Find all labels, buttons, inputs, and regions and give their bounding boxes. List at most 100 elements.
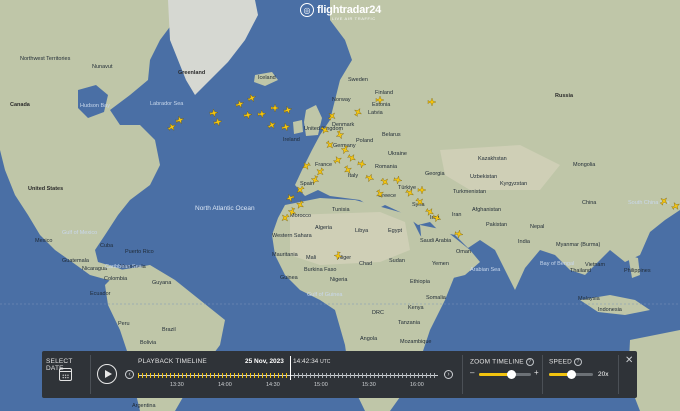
timeline-remaining: [289, 373, 438, 378]
timeline-tick: 14:30: [266, 382, 280, 388]
label-algeria: Algeria: [315, 225, 333, 231]
label-hudson-bay: Hudson Bay: [80, 103, 110, 109]
timeline-tick: 15:30: [362, 382, 376, 388]
playback-timezone: UTC: [320, 359, 331, 365]
label-finland: Finland: [375, 90, 393, 96]
label-pakistan: Pakistan: [486, 222, 507, 228]
zoom-minus-button[interactable]: –: [470, 368, 474, 377]
label-sweden: Sweden: [348, 77, 368, 83]
timeline-tick: 13:30: [170, 382, 184, 388]
label-cuba: Cuba: [100, 243, 114, 249]
label-india: India: [518, 239, 531, 245]
label-kazakhstan: Kazakhstan: [478, 156, 507, 162]
label-brazil: Brazil: [162, 327, 176, 333]
label-burkina-faso: Burkina Faso: [304, 267, 336, 273]
label-nepal: Nepal: [530, 224, 544, 230]
divider: [542, 355, 543, 394]
label-norway: Norway: [332, 97, 351, 103]
label-canada: Canada: [10, 102, 31, 108]
label-mozambique: Mozambique: [400, 339, 432, 345]
playback-timeline-label: PLAYBACK TIMELINE: [138, 358, 207, 365]
divider: [90, 355, 91, 394]
label-gulf-of-guinea: Gulf of Guinea: [307, 292, 343, 298]
label-myanmar: Myanmar (Burma): [556, 242, 600, 248]
label-mongolia: Mongolia: [573, 162, 596, 168]
divider: [618, 355, 619, 394]
zoom-help-icon[interactable]: ?: [525, 358, 534, 366]
timeline-tick: 14:00: [218, 382, 232, 388]
label-guinea: Guinea: [280, 275, 299, 281]
label-china: China: [582, 200, 597, 206]
label-guatemala: Guatemala: [62, 258, 90, 264]
label-somalia: Somalia: [426, 295, 447, 301]
label-vietnam: Vietnam: [585, 262, 605, 268]
playback-time-readout: 14:42:34 UTC: [293, 358, 330, 365]
label-turkmenistan: Turkmenistan: [453, 189, 486, 195]
zoom-plus-button[interactable]: +: [534, 368, 539, 377]
playback-panel: SELECT DATE PLAYBACK TIMELINE 25 Nov, 20…: [42, 351, 637, 398]
label-romania: Romania: [375, 164, 398, 170]
label-north-atlantic: North Atlantic Ocean: [195, 205, 255, 212]
label-gulf-of-mexico: Gulf of Mexico: [62, 230, 97, 236]
label-kyrgyzstan: Kyrgyzstan: [500, 181, 527, 187]
label-western-sahara: Western Sahara: [272, 233, 313, 239]
world-map[interactable]: Greenland Iceland Canada Sweden Finland …: [0, 0, 680, 411]
timeline-next-button[interactable]: ›: [444, 370, 453, 379]
label-caribbean-sea: Caribbean Sea: [105, 264, 143, 270]
label-united-states: United States: [28, 186, 63, 192]
label-mexico: Mexico: [35, 238, 52, 244]
label-philippines: Philippines: [624, 268, 651, 274]
label-chad: Chad: [359, 261, 372, 267]
select-date-section: SELECT DATE: [42, 351, 90, 398]
timeline-prev-button[interactable]: ‹: [125, 370, 134, 379]
label-iran: Iran: [452, 212, 461, 218]
label-latvia: Latvia: [368, 110, 384, 116]
label-morocco: Morocco: [290, 213, 311, 219]
timeline-playhead[interactable]: [289, 356, 291, 380]
playback-time: 14:42:34: [293, 358, 319, 365]
label-germany: Germany: [333, 143, 356, 149]
label-iceland: Iceland: [258, 75, 276, 81]
label-malaysia: Malaysia: [578, 296, 601, 302]
label-bolivia: Bolivia: [140, 340, 157, 346]
label-ecuador: Ecuador: [90, 291, 111, 297]
label-tunisia: Tunisia: [332, 207, 350, 213]
label-nigeria: Nigeria: [330, 277, 348, 283]
label-egypt: Egypt: [388, 228, 403, 234]
label-nunavut: Nunavut: [92, 64, 113, 70]
playback-date: 25 Nov, 2023: [245, 358, 284, 365]
calendar-icon[interactable]: [59, 368, 72, 381]
label-uzbekistan: Uzbekistan: [470, 174, 497, 180]
label-france: France: [315, 162, 332, 168]
label-italy: Italy: [348, 173, 358, 179]
radar-logo-icon: ◎: [300, 3, 314, 17]
label-yemen: Yemen: [432, 261, 449, 267]
zoom-slider-handle[interactable]: [506, 370, 516, 379]
play-button[interactable]: [97, 364, 117, 384]
close-icon[interactable]: ✕: [625, 355, 633, 366]
label-guyana: Guyana: [152, 280, 172, 286]
speed-value: 20x: [598, 371, 609, 378]
brand-name: flightradar24: [317, 4, 382, 16]
label-labrador-sea: Labrador Sea: [150, 101, 184, 107]
label-saudi-arabia: Saudi Arabia: [420, 238, 452, 244]
speed-help-icon[interactable]: ?: [574, 358, 583, 366]
label-greenland: Greenland: [178, 70, 205, 76]
label-thailand: Thailand: [570, 268, 591, 274]
label-libya: Libya: [355, 228, 369, 234]
label-argentina: Argentina: [132, 403, 156, 409]
label-bay-of-bengal: Bay of Bengal: [540, 261, 574, 267]
label-ethiopia: Ethiopia: [410, 279, 431, 285]
speed-slider-handle[interactable]: [566, 370, 576, 379]
label-sudan: Sudan: [389, 258, 405, 264]
land-ireland: [293, 120, 303, 134]
timeline-tick: 16:00: [410, 382, 424, 388]
label-afghanistan: Afghanistan: [472, 207, 501, 213]
label-mauritania: Mauritania: [272, 252, 299, 258]
label-poland: Poland: [356, 138, 373, 144]
zoom-timeline-label: ZOOM TIMELINE?: [470, 358, 534, 366]
label-belarus: Belarus: [382, 132, 401, 138]
label-georgia: Georgia: [425, 171, 446, 177]
label-peru: Peru: [118, 321, 130, 327]
label-estonia: Estonia: [372, 102, 391, 108]
